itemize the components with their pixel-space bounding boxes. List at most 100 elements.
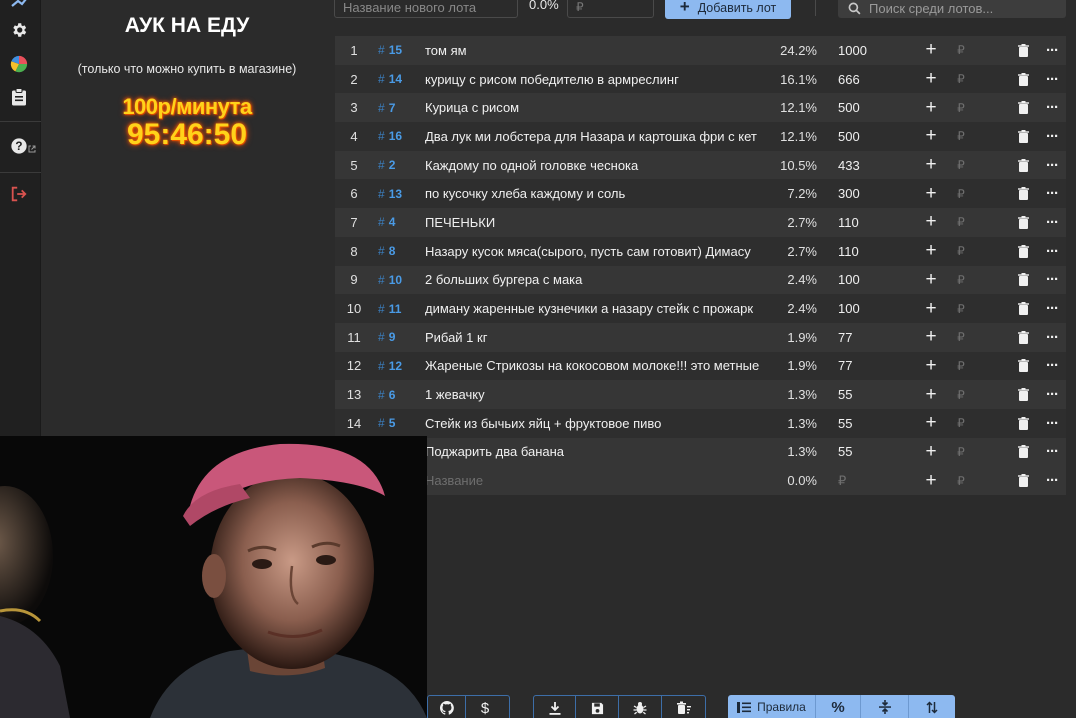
add-amount-button[interactable]: + — [923, 266, 939, 295]
lot-amount[interactable]: 55 — [838, 409, 898, 438]
rub-input[interactable]: ₽ — [954, 93, 968, 122]
delete-icon[interactable] — [1015, 409, 1031, 438]
more-options-icon[interactable]: ··· — [1043, 323, 1061, 352]
lot-name[interactable]: по кусочку хлеба каждому и соль — [425, 179, 763, 208]
download-button[interactable] — [534, 696, 576, 718]
lot-amount[interactable]: 433 — [838, 151, 898, 180]
delete-icon[interactable] — [1015, 122, 1031, 151]
more-options-icon[interactable]: ··· — [1043, 237, 1061, 266]
delete-icon[interactable] — [1015, 294, 1031, 323]
delete-icon[interactable] — [1015, 466, 1031, 495]
more-options-icon[interactable]: ··· — [1043, 179, 1061, 208]
rub-input[interactable]: ₽ — [954, 466, 968, 495]
delete-icon[interactable] — [1015, 380, 1031, 409]
add-amount-button[interactable]: + — [923, 409, 939, 438]
delete-icon[interactable] — [1015, 352, 1031, 381]
new-row-name-input[interactable]: Название — [425, 466, 763, 495]
rub-input[interactable]: ₽ — [954, 65, 968, 94]
lot-amount[interactable]: 55 — [838, 438, 898, 467]
rub-input[interactable]: ₽ — [954, 208, 968, 237]
rub-input[interactable]: ₽ — [954, 179, 968, 208]
lot-name[interactable]: 1 жевачку — [425, 380, 763, 409]
rub-input[interactable]: ₽ — [954, 438, 968, 467]
add-amount-button[interactable]: + — [923, 151, 939, 180]
more-options-icon[interactable]: ··· — [1043, 438, 1061, 467]
logout-icon[interactable] — [9, 184, 29, 204]
add-amount-button[interactable]: + — [923, 208, 939, 237]
lot-name[interactable]: Назару кусок мяса(сырого, пусть сам гото… — [425, 237, 763, 266]
lot-amount[interactable]: 110 — [838, 208, 898, 237]
delete-icon[interactable] — [1015, 65, 1031, 94]
rub-input[interactable]: ₽ — [954, 36, 968, 65]
lot-amount[interactable]: 100 — [838, 266, 898, 295]
more-options-icon[interactable]: ··· — [1043, 352, 1061, 381]
delete-icon[interactable] — [1015, 179, 1031, 208]
add-amount-button[interactable]: + — [923, 352, 939, 381]
more-options-icon[interactable]: ··· — [1043, 93, 1061, 122]
add-amount-button[interactable]: + — [923, 323, 939, 352]
pie-chart-icon[interactable] — [9, 54, 29, 74]
lot-name[interactable]: диману жаренные кузнечики а назару стейк… — [425, 294, 763, 323]
logo-icon[interactable] — [9, 0, 29, 12]
new-row-amount-input[interactable]: ₽ — [838, 466, 898, 495]
more-options-icon[interactable]: ··· — [1043, 65, 1061, 94]
rub-input[interactable]: ₽ — [954, 122, 968, 151]
new-lot-name-input[interactable]: Название нового лота — [334, 0, 518, 18]
sort-button[interactable] — [909, 695, 955, 718]
rules-button[interactable]: Правила — [728, 695, 816, 718]
search-input[interactable]: Поиск среди лотов... — [838, 0, 1066, 18]
save-button[interactable] — [576, 696, 619, 718]
delete-icon[interactable] — [1015, 323, 1031, 352]
lot-amount[interactable]: 77 — [838, 352, 898, 381]
compress-button[interactable] — [861, 695, 909, 718]
lot-name[interactable]: Курица с рисом — [425, 93, 763, 122]
lot-amount[interactable]: 500 — [838, 93, 898, 122]
more-options-icon[interactable]: ··· — [1043, 36, 1061, 65]
gear-icon[interactable] — [9, 20, 29, 40]
add-amount-button[interactable]: + — [923, 36, 939, 65]
more-options-icon[interactable]: ··· — [1043, 380, 1061, 409]
rub-input[interactable]: ₽ — [954, 237, 968, 266]
more-options-icon[interactable]: ··· — [1043, 151, 1061, 180]
lot-amount[interactable]: 55 — [838, 380, 898, 409]
delete-icon[interactable] — [1015, 237, 1031, 266]
add-amount-button[interactable]: + — [923, 93, 939, 122]
delete-icon[interactable] — [1015, 208, 1031, 237]
clear-lots-button[interactable] — [662, 696, 705, 718]
delete-icon[interactable] — [1015, 438, 1031, 467]
github-button[interactable] — [428, 696, 466, 718]
donate-button[interactable]: $ — [466, 696, 504, 718]
rub-input[interactable]: ₽ — [954, 151, 968, 180]
rub-input[interactable]: ₽ — [954, 294, 968, 323]
lot-name[interactable]: Каждому по одной головке чеснока — [425, 151, 763, 180]
more-options-icon[interactable]: ··· — [1043, 208, 1061, 237]
lot-amount[interactable]: 300 — [838, 179, 898, 208]
add-amount-button[interactable]: + — [923, 237, 939, 266]
clipboard-icon[interactable] — [9, 87, 29, 107]
rub-input[interactable]: ₽ — [954, 380, 968, 409]
delete-icon[interactable] — [1015, 151, 1031, 180]
add-amount-button[interactable]: + — [923, 122, 939, 151]
lot-amount[interactable]: 666 — [838, 65, 898, 94]
add-amount-button[interactable]: + — [923, 438, 939, 467]
lot-amount[interactable]: 1000 — [838, 36, 898, 65]
delete-icon[interactable] — [1015, 266, 1031, 295]
more-options-icon[interactable]: ··· — [1043, 409, 1061, 438]
add-amount-button[interactable]: + — [923, 179, 939, 208]
lot-name[interactable]: курицу с рисом победителю в армреслинг — [425, 65, 763, 94]
add-lot-button[interactable]: + Добавить лот — [665, 0, 791, 19]
add-amount-button[interactable]: + — [923, 466, 939, 495]
debug-button[interactable] — [619, 696, 662, 718]
help-icon[interactable]: ? — [9, 136, 29, 156]
delete-icon[interactable] — [1015, 36, 1031, 65]
rub-input[interactable]: ₽ — [954, 266, 968, 295]
lot-name[interactable]: Два лук ми лобстера для Назара и картошк… — [425, 122, 763, 151]
lot-amount[interactable]: 110 — [838, 237, 898, 266]
delete-icon[interactable] — [1015, 93, 1031, 122]
lot-name[interactable]: Стейк из бычьих яйц + фруктовое пиво — [425, 409, 763, 438]
more-options-icon[interactable]: ··· — [1043, 294, 1061, 323]
add-amount-button[interactable]: + — [923, 294, 939, 323]
lot-name[interactable]: Жареные Стрикозы на кокосовом молоке!!! … — [425, 352, 763, 381]
rub-input[interactable]: ₽ — [954, 323, 968, 352]
add-amount-button[interactable]: + — [923, 380, 939, 409]
